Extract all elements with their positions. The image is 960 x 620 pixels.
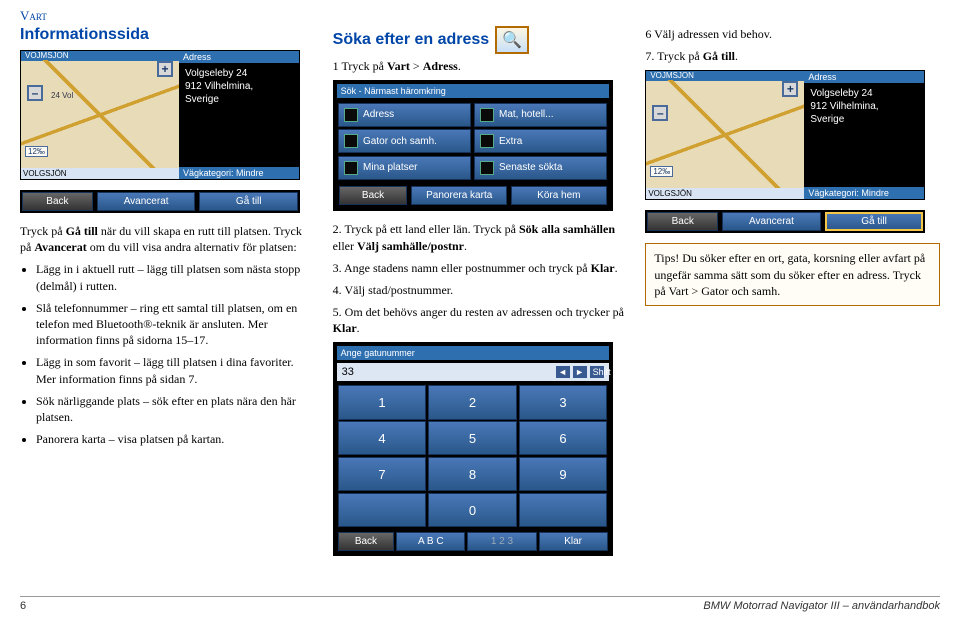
step-5: 5. Om det behövs anger du resten av adre… <box>333 304 628 336</box>
step-2: 2. Tryck på ett land eller län. Tryck på… <box>333 221 628 253</box>
entry-value: 33 <box>342 366 354 378</box>
address-block: Volgseleby 24 912 Vilhelmina, Sverige <box>179 63 299 167</box>
list-item: Lägg in som favorit – lägg till platsen … <box>36 354 315 386</box>
zoom-in-button[interactable]: + <box>782 81 798 97</box>
address-icon <box>344 108 358 122</box>
advanced-button[interactable]: Avancerat <box>97 192 196 211</box>
gps-search-screen: Sök - Närmast häromkring Adress Mat, hot… <box>333 80 613 211</box>
entry-field[interactable]: 33 ◄ ► Shift <box>337 363 609 381</box>
back-button[interactable]: Back <box>647 212 718 231</box>
favorites-icon <box>344 161 358 175</box>
key-3[interactable]: 3 <box>519 385 608 419</box>
list-item: Panorera karta – visa platsen på kartan. <box>36 431 315 447</box>
list-item: Sök närliggande plats – sök efter en pla… <box>36 393 315 425</box>
map-top-label: VOJMSJON <box>21 51 179 60</box>
step-7: 7. Tryck på Gå till. <box>645 48 940 64</box>
addr-line-1: Volgseleby 24 <box>810 87 918 100</box>
list-item: Slå telefonnummer – ring ett samtal till… <box>36 300 315 349</box>
street-label: VOLGSJÖN <box>21 168 179 179</box>
drive-home-button[interactable]: Köra hem <box>511 186 607 205</box>
search-cell-myplaces[interactable]: Mina platser <box>338 156 471 180</box>
key-2[interactable]: 2 <box>428 385 517 419</box>
zoom-in-button[interactable]: + <box>157 61 173 77</box>
search-cell-food[interactable]: Mat, hotell... <box>474 103 607 127</box>
step-4: 4. Välj stad/postnummer. <box>333 282 628 298</box>
keypad-header: Ange gatunummer <box>337 346 609 360</box>
addr-line-2: 912 Vilhelmina, <box>810 100 918 113</box>
section-header: Vart <box>20 8 940 24</box>
num-button[interactable]: 1 2 3 <box>467 532 536 551</box>
done-button[interactable]: Klar <box>539 532 608 551</box>
options-list: Lägg in i aktuell rutt – lägg till plats… <box>20 261 315 447</box>
arrow-right-icon[interactable]: ► <box>573 366 587 378</box>
search-cell-streets[interactable]: Gator och samh. <box>338 129 471 153</box>
extra-icon <box>480 134 494 148</box>
go-to-button[interactable]: Gå till <box>199 192 298 211</box>
key-9[interactable]: 9 <box>519 457 608 491</box>
entry-arrows: ◄ ► Shift <box>556 366 604 378</box>
key-0[interactable]: 0 <box>428 493 517 527</box>
search-cell-recent[interactable]: Senaste sökta <box>474 156 607 180</box>
page-footer: 6 BMW Motorrad Navigator III – användarh… <box>20 596 940 612</box>
map-scale: 12‰ <box>650 166 673 177</box>
food-icon <box>480 108 494 122</box>
addr-line-1: Volgseleby 24 <box>185 67 293 80</box>
back-button[interactable]: Back <box>22 192 93 211</box>
back-button[interactable]: Back <box>339 186 408 205</box>
list-item: Lägg in i aktuell rutt – lägg till plats… <box>36 261 315 293</box>
search-cell-address[interactable]: Adress <box>338 103 471 127</box>
gps-goto-screen: VOJMSJON – + 12‰ VOLGSJÖN Adress Volgsel… <box>645 70 925 233</box>
column-2: Söka efter en adress 🔍 1 Tryck på Vart >… <box>333 26 628 556</box>
gps-info-screen: VOJMSJON – + 24 Vol 12‰ VOLGSJÖN Adress … <box>20 50 300 213</box>
abc-button[interactable]: A B C <box>396 532 465 551</box>
step-3: 3. Ange stadens namn eller postnummer oc… <box>333 260 628 276</box>
key-6[interactable]: 6 <box>519 421 608 455</box>
map-scale: 12‰ <box>25 146 48 157</box>
key-4[interactable]: 4 <box>338 421 427 455</box>
step-1: 1 Tryck på Vart > Adress. <box>333 58 628 74</box>
road-category: Vägkategori: Mindre <box>179 167 299 179</box>
recent-icon <box>480 161 494 175</box>
page-number: 6 <box>20 600 26 612</box>
street-label: VOLGSJÖN <box>646 188 804 199</box>
gps-keypad-screen: Ange gatunummer 33 ◄ ► Shift 1 2 3 4 5 6… <box>333 342 613 556</box>
addr-line-3: Sverige <box>810 113 918 126</box>
magnifier-icon: 🔍 <box>495 26 529 54</box>
addr-line-3: Sverige <box>185 93 293 106</box>
map-top-label: VOJMSJON <box>646 71 804 80</box>
roads-icon <box>344 134 358 148</box>
column-3: 6 Välj adressen vid behov. 7. Tryck på G… <box>645 26 940 556</box>
key-blank1[interactable] <box>338 493 427 527</box>
key-5[interactable]: 5 <box>428 421 517 455</box>
street-text: 24 Vol <box>51 91 73 100</box>
info-intro: Tryck på Gå till när du vill skapa en ru… <box>20 223 315 255</box>
address-title: Adress <box>804 71 924 83</box>
addr-line-2: 912 Vilhelmina, <box>185 80 293 93</box>
key-8[interactable]: 8 <box>428 457 517 491</box>
zoom-out-button[interactable]: – <box>652 105 668 121</box>
info-page-heading: Informationssida <box>20 26 315 44</box>
go-to-button-highlighted[interactable]: Gå till <box>825 212 924 231</box>
search-address-heading: Söka efter en adress 🔍 <box>333 26 628 54</box>
road-category: Vägkategori: Mindre <box>804 187 924 199</box>
advanced-button[interactable]: Avancerat <box>722 212 821 231</box>
address-block: Volgseleby 24 912 Vilhelmina, Sverige <box>804 83 924 187</box>
address-title: Adress <box>179 51 299 63</box>
zoom-out-button[interactable]: – <box>27 85 43 101</box>
key-blank2[interactable] <box>519 493 608 527</box>
column-1: Informationssida VOJMSJON – + 24 Vol 12‰… <box>20 26 315 556</box>
step-6: 6 Välj adressen vid behov. <box>645 26 940 42</box>
key-1[interactable]: 1 <box>338 385 427 419</box>
search-header: Sök - Närmast häromkring <box>337 84 609 98</box>
arrow-left-icon[interactable]: ◄ <box>556 366 570 378</box>
tip-box: Tips! Du söker efter en ort, gata, korsn… <box>645 243 940 306</box>
back-button[interactable]: Back <box>338 532 395 551</box>
book-title: BMW Motorrad Navigator III – användarhan… <box>703 600 940 612</box>
key-7[interactable]: 7 <box>338 457 427 491</box>
search-cell-extra[interactable]: Extra <box>474 129 607 153</box>
pan-map-button[interactable]: Panorera karta <box>411 186 507 205</box>
